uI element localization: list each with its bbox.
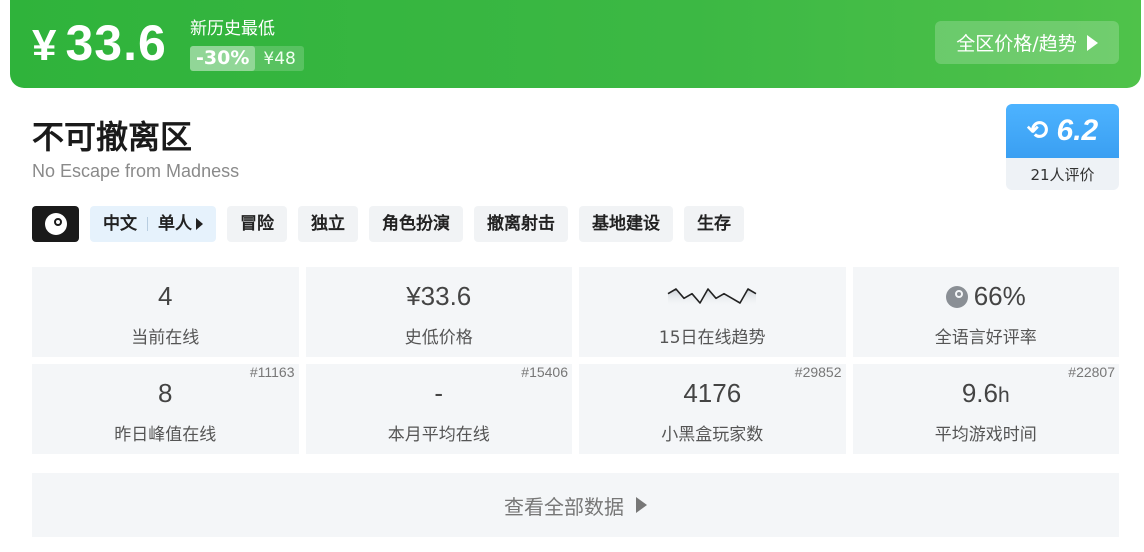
stat-label: 当前在线 [131, 328, 200, 348]
original-price: ¥48 [263, 48, 296, 69]
tag-row: 中文 单人 冒险 独立 角色扮演 撤离射击 基地建设 生存 [32, 206, 744, 242]
stat-value: ¥33.6 [406, 281, 472, 311]
steam-platform-tag[interactable] [32, 206, 79, 242]
tag-divider [147, 217, 148, 231]
stat-label: 昨日峰值在线 [114, 425, 217, 445]
steam-icon [945, 286, 968, 308]
discount-badge: -30% [190, 46, 256, 71]
game-subtitle: No Escape from Madness [32, 161, 240, 181]
review-count: 21人评价 [1030, 165, 1095, 184]
stat-value: 9.6 [961, 378, 998, 408]
current-price: ¥33.6 [32, 15, 167, 71]
score-value: 6.2 [1056, 114, 1099, 147]
tag-adventure[interactable]: 冒险 [227, 206, 287, 242]
stats-grid: 4 当前在线 ¥33.6 史低价格 15日在线趋势 66% 全语言好评率 #11… [32, 267, 1119, 454]
stat-label: 全语言好评率 [934, 328, 1037, 348]
play-arrow-icon [1086, 34, 1098, 51]
historical-low-label: 新历史最低 [190, 19, 275, 39]
stat-unit: h [997, 384, 1010, 407]
score-box[interactable]: ⟲ 6.2 21人评价 [1006, 104, 1119, 190]
caret-right-icon [196, 218, 203, 230]
stat-value: 4 [158, 281, 173, 311]
tag-rpg[interactable]: 角色扮演 [369, 206, 463, 242]
language-label: 中文 [103, 214, 137, 234]
discount-box: -30% ¥48 [190, 46, 304, 71]
heybox-logo-icon: ⟲ [1026, 116, 1049, 146]
stat-value: - [434, 378, 444, 408]
stat-positive-rate[interactable]: 66% 全语言好评率 [852, 267, 1120, 357]
stat-label: 本月平均在线 [387, 425, 490, 445]
online-trend-sparkline [667, 288, 757, 307]
stat-value: 8 [158, 378, 173, 408]
stat-value-wrap: 66% [853, 281, 1120, 312]
stat-value: 4176 [683, 378, 742, 408]
stat-lowest-price[interactable]: ¥33.6 史低价格 [305, 267, 572, 357]
stat-monthly-average[interactable]: #15406 - 本月平均在线 [305, 364, 572, 454]
stat-online-trend[interactable]: 15日在线趋势 [579, 267, 846, 357]
stat-average-playtime[interactable]: #22807 9.6h 平均游戏时间 [852, 364, 1120, 454]
stat-peak-yesterday[interactable]: #11163 8 昨日峰值在线 [32, 364, 299, 454]
view-all-data-label: 查看全部数据 [504, 494, 624, 519]
stat-current-online[interactable]: 4 当前在线 [32, 267, 299, 357]
price-banner: ¥33.6 新历史最低 -30% ¥48 全区价格/趋势 [10, 0, 1141, 88]
tag-indie[interactable]: 独立 [298, 206, 358, 242]
stat-heybox-players[interactable]: #29852 4176 小黑盒玩家数 [579, 364, 846, 454]
stat-label: 15日在线趋势 [658, 328, 766, 348]
stat-label: 平均游戏时间 [934, 425, 1037, 445]
language-tag[interactable]: 中文 单人 [90, 206, 216, 242]
tag-survival[interactable]: 生存 [684, 206, 744, 242]
mode-label: 单人 [158, 214, 192, 234]
view-all-data-button[interactable]: 查看全部数据 [32, 473, 1119, 537]
steam-icon [44, 213, 67, 235]
game-title: 不可撤离区 [32, 118, 193, 156]
tag-base-building[interactable]: 基地建设 [579, 206, 673, 242]
stat-value: 66% [973, 281, 1026, 311]
tag-extraction-shooter[interactable]: 撤离射击 [474, 206, 568, 242]
play-arrow-icon [636, 497, 647, 513]
region-price-label: 全区价格/趋势 [956, 33, 1077, 55]
stat-value-wrap: 9.6h [853, 378, 1120, 409]
score-header: ⟲ 6.2 [1006, 104, 1119, 158]
stat-label: 史低价格 [404, 328, 473, 348]
stat-label: 小黑盒玩家数 [661, 425, 764, 445]
region-price-button[interactable]: 全区价格/趋势 [935, 21, 1119, 64]
